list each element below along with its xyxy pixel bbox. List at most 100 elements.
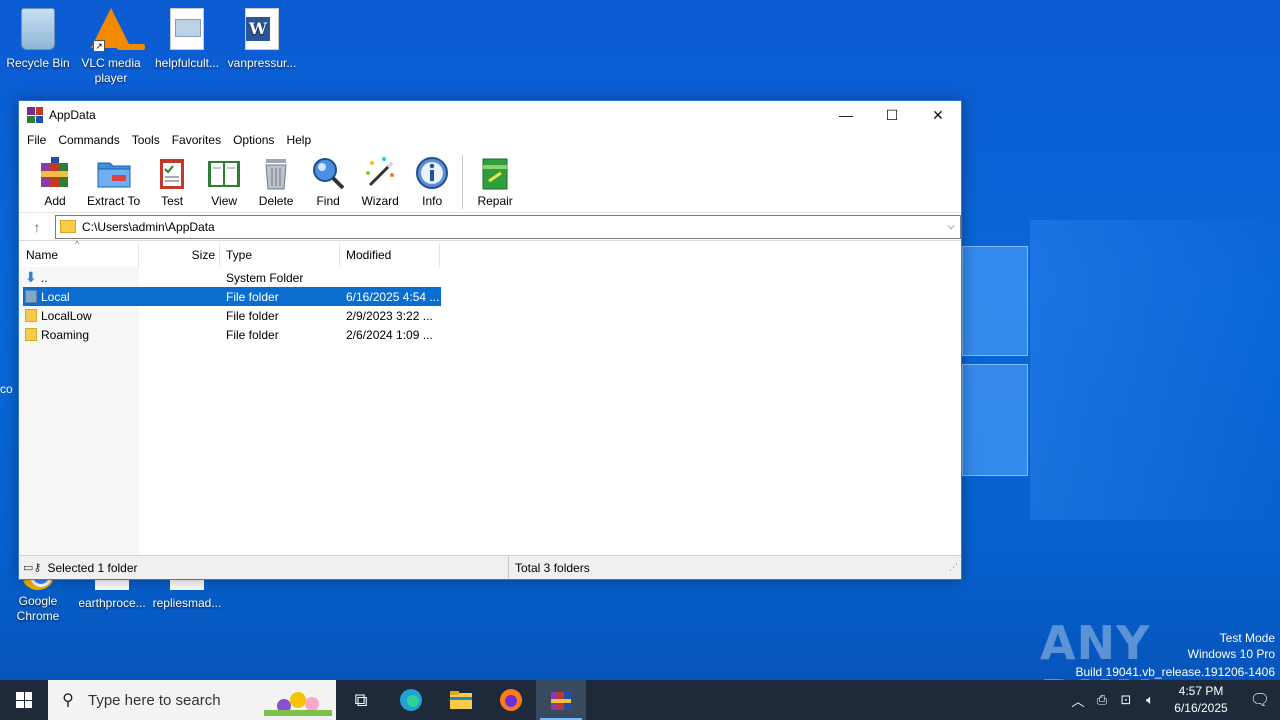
desktop-icon-recycle-bin[interactable]: Recycle Bin (0, 8, 76, 71)
parent-folder-arrow-icon: ⬇ (25, 269, 37, 285)
search-icon: ⚲ (62, 692, 74, 709)
sort-arrow-icon: ^ (75, 239, 80, 249)
file-icon (170, 580, 204, 590)
task-view-button[interactable]: ⧉ (336, 680, 386, 720)
firefox-icon (500, 689, 522, 711)
column-header-size[interactable]: Size (139, 243, 220, 267)
desktop-icon-vanpressur[interactable]: W vanpressur... (224, 8, 300, 71)
window-title: AppData (49, 108, 96, 122)
desktop-windows-logo (962, 238, 1032, 483)
menu-help[interactable]: Help (280, 133, 317, 147)
status-bar: ▭⚷ Selected 1 folder Total 3 folders ⋰ (19, 555, 961, 579)
menu-options[interactable]: Options (227, 133, 280, 147)
column-header-modified[interactable]: Modified (340, 243, 440, 267)
system-tray: ︿ ⎙ ⊡ 🔈︎ 4:57 PM 6/16/2025 🗨︎ (1066, 680, 1280, 720)
taskbar-firefox[interactable] (486, 680, 536, 720)
repair-button[interactable]: Repair (469, 155, 521, 208)
shortcut-arrow-icon: ↗ (93, 40, 105, 52)
taskbar-search-box[interactable]: ⚲ Type here to search (48, 680, 336, 720)
edge-icon (400, 689, 422, 711)
address-bar: ↑ C:\Users\admin\AppData ⌵ (19, 213, 961, 241)
delete-button[interactable]: Delete (250, 155, 302, 208)
desktop-partial-label: co (0, 382, 13, 396)
info-button[interactable]: Info (406, 155, 458, 208)
start-button[interactable] (0, 680, 48, 720)
path-field[interactable]: C:\Users\admin\AppData ⌵ (55, 214, 961, 239)
chevron-up-icon[interactable]: ︿ (1066, 691, 1090, 710)
desktop-icon-earthproce[interactable]: earthproce... (74, 580, 150, 611)
watermark-build: Build 19041.vb_release.191206-1406 (1075, 665, 1276, 679)
desktop-icon-repliesmad[interactable]: repliesmad... (149, 580, 225, 611)
magnifier-icon (313, 158, 345, 190)
taskbar-file-explorer[interactable] (436, 680, 486, 720)
title-bar[interactable]: AppData — ☐ ✕ (19, 101, 961, 129)
path-text: C:\Users\admin\AppData (82, 219, 215, 234)
folder-icon (25, 290, 37, 303)
wizard-button[interactable]: Wizard (354, 155, 406, 208)
menu-tools[interactable]: Tools (126, 133, 166, 147)
resize-grip-icon[interactable]: ⋰ (949, 562, 958, 573)
add-button[interactable]: Add (29, 155, 81, 208)
wand-icon (366, 157, 395, 187)
repair-kit-icon (482, 158, 508, 190)
view-button[interactable]: View (198, 155, 250, 208)
clock-time: 4:57 PM (1178, 684, 1224, 698)
taskbar-winrar[interactable] (536, 680, 586, 720)
task-view-icon: ⧉ (354, 689, 368, 710)
network-icon[interactable]: ⊡ (1114, 692, 1138, 708)
close-button[interactable]: ✕ (915, 101, 961, 129)
desktop-icon-vlc[interactable]: ↗ VLC media player (73, 8, 149, 86)
device-icon[interactable]: ⎙ (1090, 692, 1114, 708)
search-highlight-flowers-icon (264, 692, 332, 716)
recycle-bin-icon (21, 8, 55, 50)
watermark-test-mode: Test Mode (1219, 631, 1275, 645)
toolbar: Add Extract To Test View Delete Find Wiz… (19, 151, 961, 213)
file-list: Name ^ Size Type Modified ⬇ .. System Fo… (19, 239, 961, 555)
table-row[interactable]: Roaming File folder 2/6/2024 1:09 ... (23, 325, 441, 344)
clock-date: 6/16/2025 (1174, 701, 1228, 715)
watermark-os: Windows 10 Pro (1187, 647, 1275, 661)
image-file-icon (170, 8, 204, 50)
folder-icon (60, 220, 76, 233)
word-document-icon: W (245, 8, 279, 50)
minimize-button[interactable]: — (823, 101, 869, 129)
add-archive-icon (41, 157, 68, 187)
winrar-window: AppData — ☐ ✕ File Commands Tools Favori… (18, 100, 962, 580)
menu-file[interactable]: File (21, 133, 52, 147)
trash-icon (265, 159, 287, 190)
column-header-name[interactable]: Name ^ (19, 239, 139, 267)
status-selected: Selected 1 folder (47, 560, 138, 575)
status-total: Total 3 folders (515, 560, 590, 575)
column-header-type[interactable]: Type (220, 243, 340, 267)
taskbar: ⚲ Type here to search ⧉ ︿ ⎙ ⊡ 🔈︎ 4:57 PM… (0, 680, 1280, 720)
extract-folder-icon (97, 162, 131, 188)
watermark: ANY RUN Test Mode Windows 10 Pro Build 1… (1040, 612, 1280, 720)
find-button[interactable]: Find (302, 155, 354, 208)
notification-icon[interactable]: 🗨︎ (1240, 690, 1280, 710)
windows-logo-icon (16, 692, 32, 708)
volume-icon[interactable]: 🔈︎ (1138, 692, 1162, 708)
test-button[interactable]: Test (146, 155, 198, 208)
file-icon (95, 580, 129, 590)
drive-key-icon: ▭⚷ (23, 562, 42, 574)
winrar-app-icon (27, 107, 43, 123)
toolbar-separator (462, 155, 464, 209)
view-book-icon (208, 161, 241, 187)
info-icon (416, 157, 449, 189)
menu-favorites[interactable]: Favorites (166, 133, 227, 147)
maximize-button[interactable]: ☐ (869, 101, 915, 129)
winrar-icon (551, 692, 571, 710)
up-folder-button[interactable]: ↑ (19, 219, 55, 235)
table-row[interactable]: LocalLow File folder 2/9/2023 3:22 ... (23, 306, 441, 325)
menu-commands[interactable]: Commands (52, 133, 125, 147)
file-explorer-icon (450, 691, 472, 709)
folder-icon (25, 328, 37, 341)
chevron-down-icon[interactable]: ⌵ (942, 221, 960, 232)
extract-to-button[interactable]: Extract To (81, 155, 146, 208)
desktop-icon-helpfulcult[interactable]: helpfulcult... (149, 8, 225, 71)
taskbar-edge[interactable] (386, 680, 436, 720)
test-clipboard-icon (160, 159, 185, 189)
table-row-selected[interactable]: Local File folder 6/16/2025 4:54 ... (23, 287, 441, 306)
table-row[interactable]: ⬇ .. System Folder (23, 268, 441, 287)
clock[interactable]: 4:57 PM 6/16/2025 (1162, 683, 1240, 717)
